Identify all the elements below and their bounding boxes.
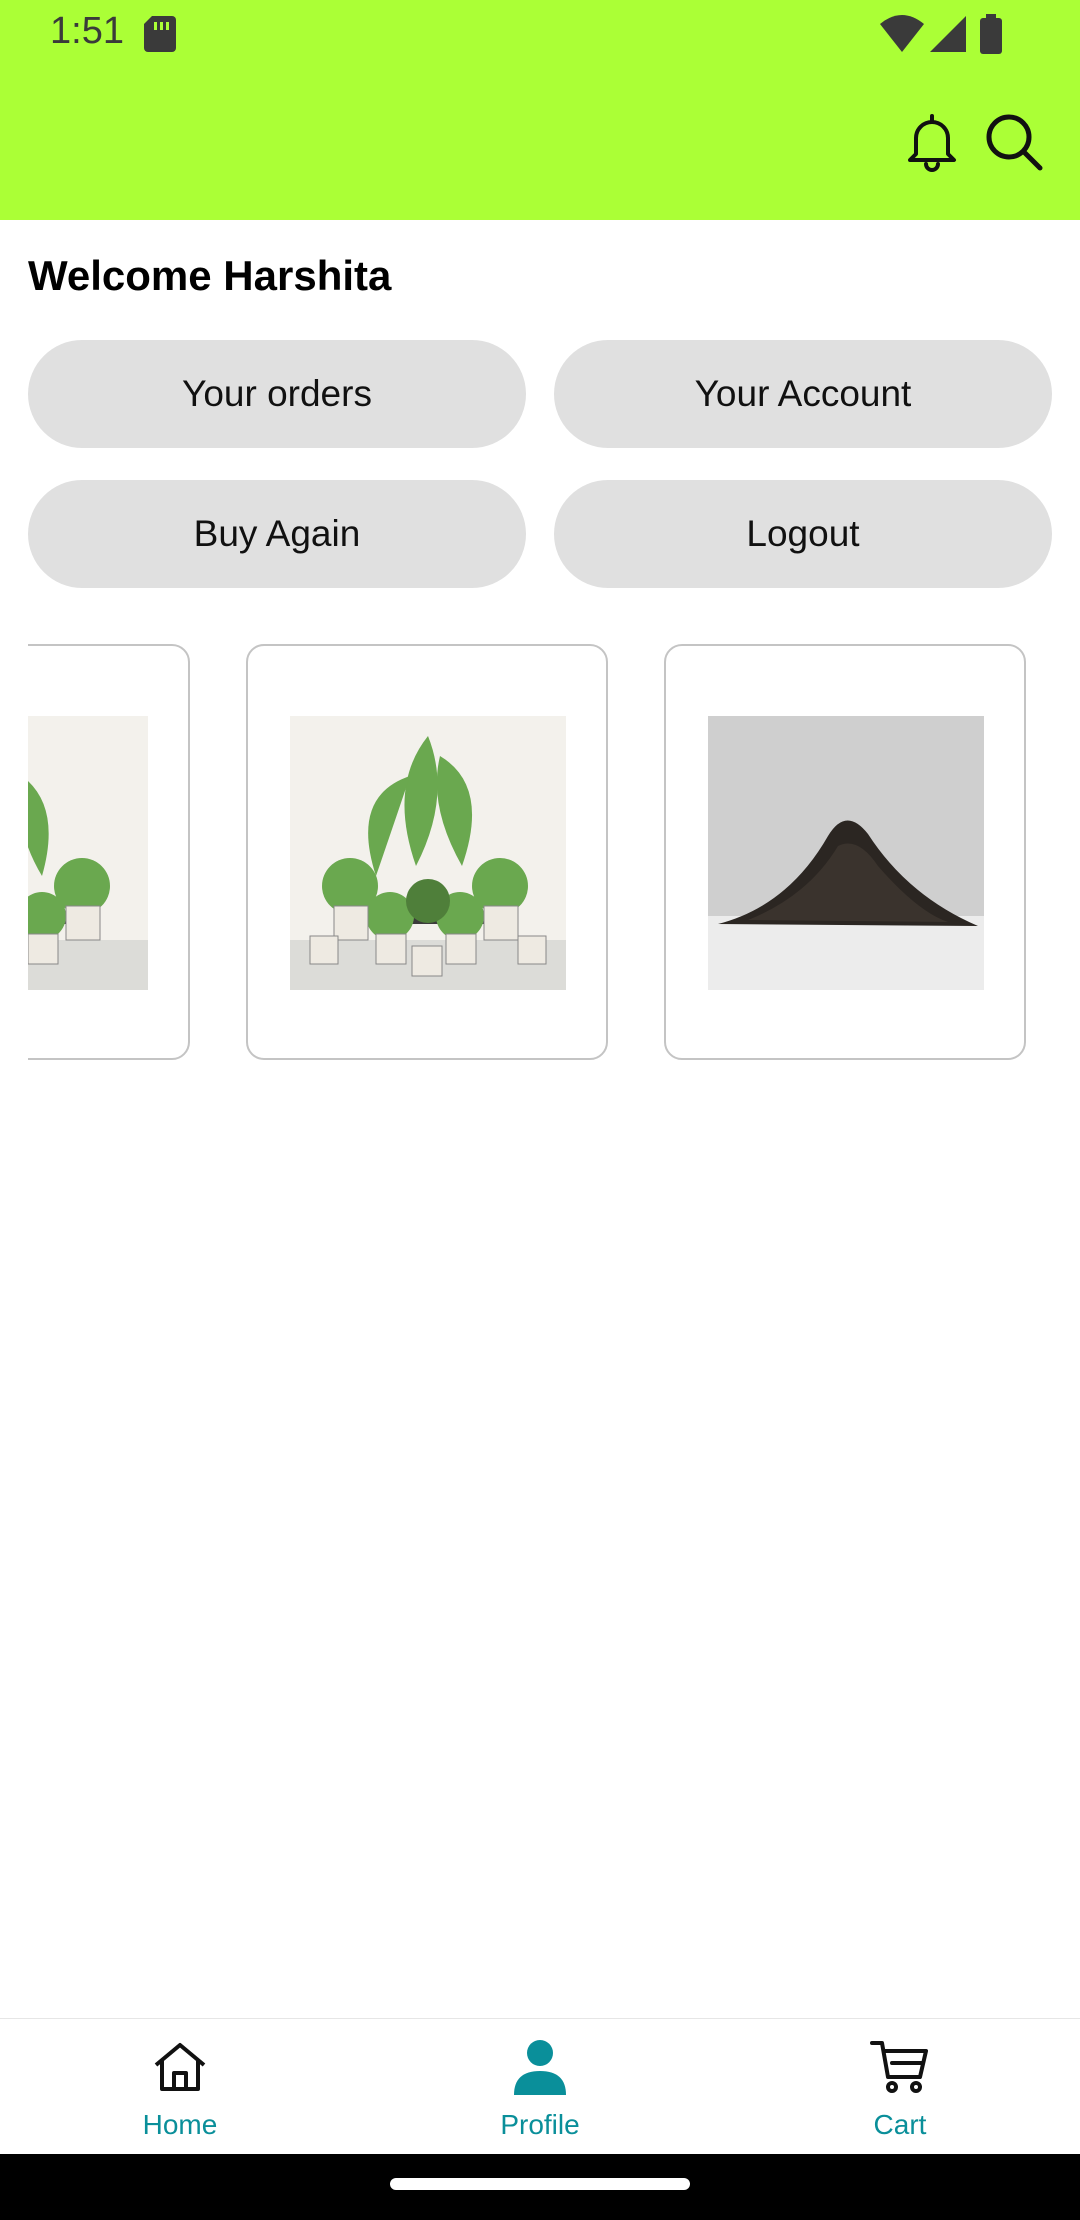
profile-icon	[514, 2040, 566, 2095]
product-image	[28, 716, 148, 990]
status-time: 1:51	[50, 10, 124, 52]
nav-item-home[interactable]: Home	[0, 2019, 360, 2155]
nav-label-cart: Cart	[873, 2109, 927, 2140]
search-icon[interactable]	[982, 110, 1046, 174]
app-header: 1:51	[0, 0, 1080, 220]
nav-item-cart[interactable]: Cart	[720, 2019, 1080, 2155]
battery-icon	[980, 14, 1002, 54]
gesture-handle[interactable]	[390, 2178, 690, 2190]
product-carousel[interactable]	[28, 640, 1080, 1064]
nav-label-profile: Profile	[500, 2109, 580, 2140]
nav-item-profile[interactable]: Profile	[360, 2019, 720, 2155]
your-orders-button[interactable]: Your orders	[28, 340, 526, 448]
product-card[interactable]	[246, 644, 608, 1060]
sim-card-icon	[144, 16, 176, 52]
buy-again-button[interactable]: Buy Again	[28, 480, 526, 588]
wifi-icon	[880, 15, 924, 52]
bottom-navigation: Home Profile Cart	[0, 2018, 1080, 2154]
system-gesture-bar	[0, 2154, 1080, 2220]
home-icon	[154, 2043, 206, 2091]
product-image	[290, 716, 566, 990]
logout-button[interactable]: Logout	[554, 480, 1052, 588]
your-account-button[interactable]: Your Account	[554, 340, 1052, 448]
product-card[interactable]	[664, 644, 1026, 1060]
nav-label-home: Home	[142, 2109, 218, 2140]
cart-icon	[870, 2041, 928, 2093]
signal-icon	[930, 16, 966, 52]
product-image	[708, 716, 984, 990]
product-card[interactable]	[28, 644, 190, 1060]
bell-icon[interactable]	[900, 110, 964, 174]
welcome-heading: Welcome Harshita	[28, 252, 392, 299]
